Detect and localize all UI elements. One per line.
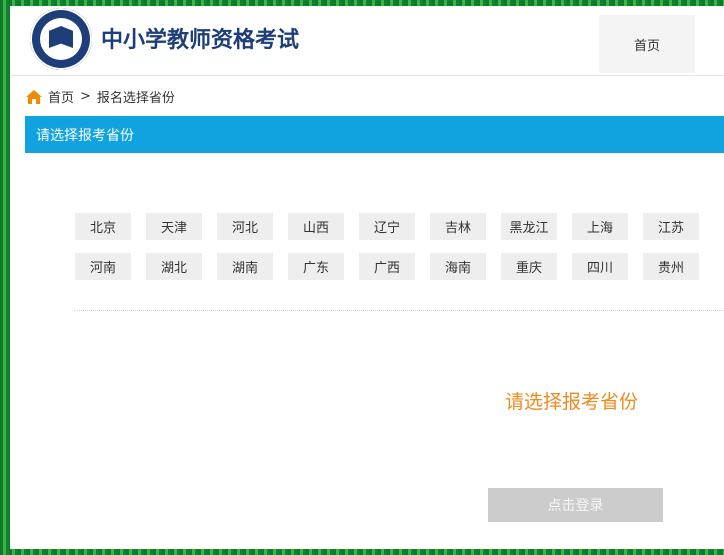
province-button[interactable]: 上海 [572,213,628,240]
home-icon[interactable] [26,89,42,104]
breadcrumb-home[interactable]: 首页 [48,87,74,106]
site-logo[interactable] [30,8,92,70]
province-button[interactable]: 四川 [572,253,628,280]
province-button[interactable]: 河南 [75,253,131,280]
login-button[interactable]: 点击登录 [488,488,663,522]
province-button[interactable]: 辽宁 [359,213,415,240]
province-button[interactable]: 北京 [75,213,131,240]
nav-home-tab[interactable]: 首页 [599,15,695,73]
province-button[interactable]: 湖北 [146,253,202,280]
province-button[interactable]: 河北 [217,213,273,240]
province-list: 北京 天津 河北 山西 辽宁 吉林 黑龙江 上海 江苏 河南 湖北 湖南 广东 … [75,213,715,280]
province-button[interactable]: 黑龙江 [501,213,557,240]
province-button[interactable]: 海南 [430,253,486,280]
province-button[interactable]: 广西 [359,253,415,280]
site-header: 中小学教师资格考试 首页 [10,6,724,76]
province-button[interactable]: 贵州 [643,253,699,280]
province-button[interactable]: 湖南 [217,253,273,280]
section-title: 请选择报考省份 [36,127,134,144]
site-title: 中小学教师资格考试 [101,28,300,53]
breadcrumb-current: 报名选择省份 [96,91,175,106]
province-button[interactable]: 江苏 [643,213,699,240]
province-button[interactable]: 天津 [146,213,202,240]
province-button[interactable]: 广东 [288,253,344,280]
province-button[interactable]: 重庆 [501,253,557,280]
section-header: 请选择报考省份 [25,116,724,153]
province-button[interactable]: 吉林 [430,213,486,240]
province-button[interactable]: 山西 [288,213,344,240]
breadcrumb-separator: > [80,89,91,104]
divider [74,310,724,311]
select-province-prompt: 请选择报考省份 [505,391,639,413]
breadcrumb: 首页 > 报名选择省份 [26,87,175,106]
page-frame: 中小学教师资格考试 首页 首页 > 报名选择省份 请选择报考省份 北京 天津 河… [10,6,724,549]
